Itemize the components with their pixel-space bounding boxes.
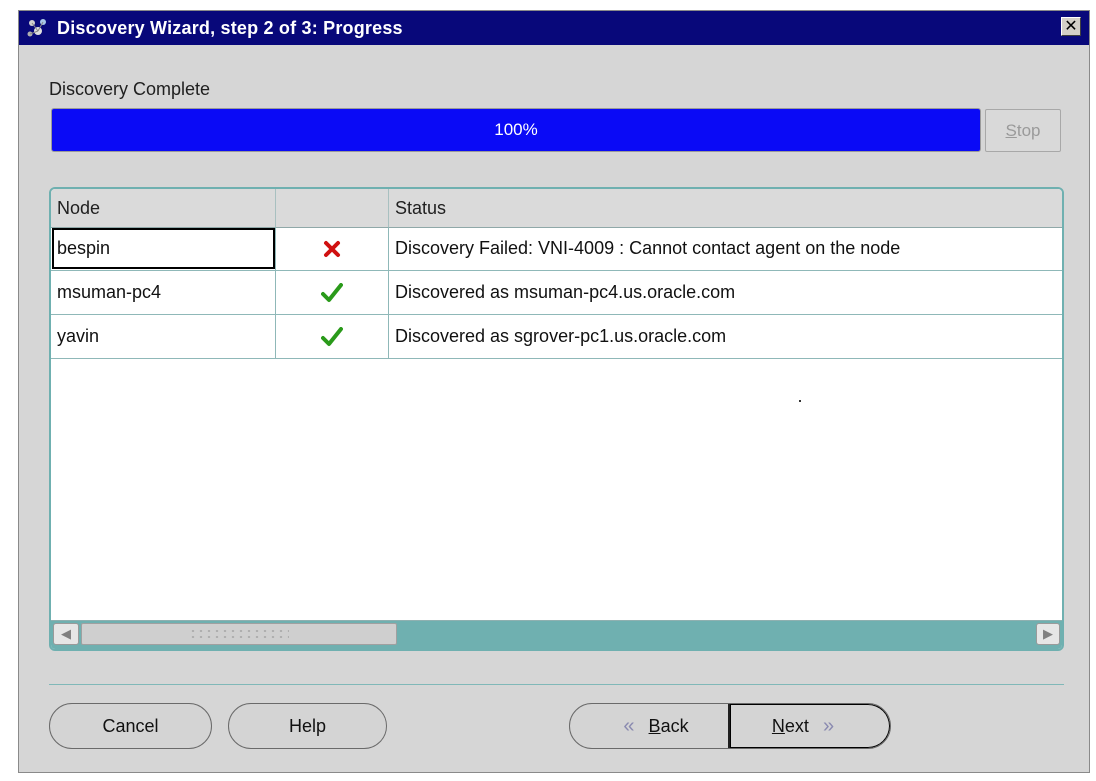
table-row[interactable]: bespin Discovery Failed: VNI-4009 : Cann… xyxy=(51,227,1062,271)
stop-button-label: Stop xyxy=(1005,120,1041,140)
help-button[interactable]: Help xyxy=(228,703,387,749)
window-title: Discovery Wizard, step 2 of 3: Progress xyxy=(57,17,403,38)
chevron-left-icon: « xyxy=(623,714,635,737)
result-icon-cell xyxy=(276,227,389,270)
horizontal-scrollbar[interactable]: ◀ ▶ xyxy=(51,620,1062,649)
navigation-buttons: « Back Next » xyxy=(569,703,891,749)
grip-icon xyxy=(189,628,289,640)
title-bar[interactable]: Discovery Wizard, step 2 of 3: Progress … xyxy=(19,11,1089,45)
next-button[interactable]: Next » xyxy=(728,704,890,748)
status-cell[interactable]: Discovery Failed: VNI-4009 : Cannot cont… xyxy=(389,227,1062,270)
table-row[interactable]: yavin Discovered as sgrover-pc1.us.oracl… xyxy=(51,315,1062,359)
stray-dot xyxy=(799,400,801,402)
checkmark-icon xyxy=(321,282,343,302)
scroll-left-button[interactable]: ◀ xyxy=(53,623,79,645)
divider xyxy=(49,684,1064,685)
column-header-result-icon[interactable] xyxy=(276,189,389,227)
status-cell[interactable]: Discovered as msuman-pc4.us.oracle.com xyxy=(389,271,1062,314)
error-x-icon xyxy=(324,240,340,257)
stop-button[interactable]: Stop xyxy=(985,109,1061,152)
column-header-node[interactable]: Node xyxy=(51,189,276,227)
close-button[interactable]: ✕ xyxy=(1061,17,1081,36)
progress-percent: 100% xyxy=(494,120,538,139)
scrollbar-thumb[interactable] xyxy=(81,623,397,645)
node-cell[interactable]: msuman-pc4 xyxy=(51,271,276,314)
table-row[interactable]: msuman-pc4 Discovered as msuman-pc4.us.o… xyxy=(51,271,1062,315)
result-icon-cell xyxy=(276,315,389,358)
discovery-wizard-window: Discovery Wizard, step 2 of 3: Progress … xyxy=(18,10,1090,773)
app-icon xyxy=(25,16,51,40)
next-button-label: Next xyxy=(771,715,809,736)
node-cell[interactable]: yavin xyxy=(51,315,276,358)
cancel-button[interactable]: Cancel xyxy=(49,703,212,749)
scroll-left-icon: ◀ xyxy=(61,626,71,641)
back-button-label: Back xyxy=(648,715,689,736)
close-icon: ✕ xyxy=(1064,17,1078,35)
node-cell[interactable]: bespin xyxy=(51,227,276,270)
progress-label: Discovery Complete xyxy=(49,79,211,99)
discovery-results-table: Node Status bespin Discovery Failed: VNI… xyxy=(49,187,1064,651)
column-header-status[interactable]: Status xyxy=(389,189,1062,227)
progress-bar: 100% xyxy=(51,108,981,152)
chevron-right-icon: » xyxy=(822,714,835,737)
table-header: Node Status xyxy=(51,189,1062,228)
scroll-right-button[interactable]: ▶ xyxy=(1036,623,1060,645)
scroll-right-icon: ▶ xyxy=(1043,626,1053,641)
result-icon-cell xyxy=(276,271,389,314)
status-cell[interactable]: Discovered as sgrover-pc1.us.oracle.com xyxy=(389,315,1062,358)
back-button[interactable]: « Back xyxy=(570,704,728,748)
checkmark-icon xyxy=(321,326,343,346)
